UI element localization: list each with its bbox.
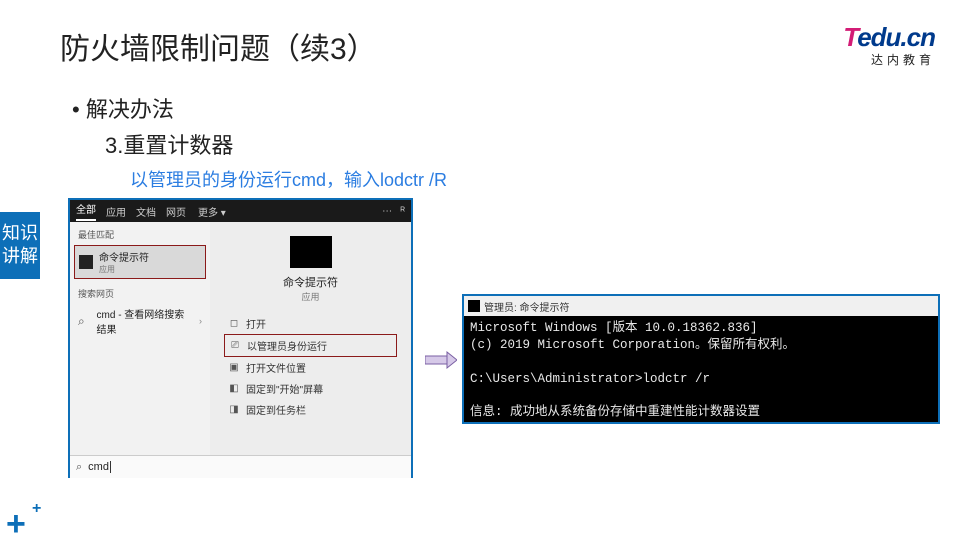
app-thumbnail [290,236,332,268]
search-tabs: 全部 应用 文档 网页 更多 ▾ ⋯ ᴿ [70,200,411,222]
logo-t: T [843,22,857,52]
menu-run-admin[interactable]: ⎚以管理员身份运行 [224,334,397,357]
app-title: 命令提示符 [283,274,338,290]
side-tab: 知识讲解 [0,212,40,279]
menu-pin-taskbar[interactable]: ◨固定到任务栏 [224,399,397,420]
tab-doc[interactable]: 文档 [136,204,156,219]
arrow-icon [425,350,457,370]
search-window: 全部 应用 文档 网页 更多 ▾ ⋯ ᴿ 最佳匹配 命令提示符 应用 搜索网页 … [68,198,413,478]
cmd-window: 管理员: 命令提示符 Microsoft Windows [版本 10.0.18… [462,294,940,424]
search-input-text: cmd [88,461,109,473]
best-match-item[interactable]: 命令提示符 应用 [74,245,206,279]
cmd-output: Microsoft Windows [版本 10.0.18362.836] (c… [464,316,938,422]
tab-overflow-icon[interactable]: ⋯ ᴿ [382,206,405,217]
tab-app[interactable]: 应用 [106,204,126,219]
folder-icon: ▣ [228,362,240,374]
logo-cn: .cn [900,22,935,52]
app-sub: 应用 [301,290,319,303]
search-input-bar[interactable]: ⌕ cmd [70,455,411,478]
logo-edu: edu [857,22,900,52]
best-match-title: 命令提示符 [99,249,149,264]
search-right-panel: 命令提示符 应用 ◻打开 ⎚以管理员身份运行 ▣打开文件位置 ◧固定到"开始"屏… [210,222,411,455]
menu-pin-start[interactable]: ◧固定到"开始"屏幕 [224,378,397,399]
best-match-sub: 应用 [99,264,149,275]
bullet-main: • 解决办法 [72,92,174,124]
search-input-icon: ⌕ [76,461,82,474]
menu-open[interactable]: ◻打开 [224,313,397,334]
search-left-panel: 最佳匹配 命令提示符 应用 搜索网页 cmd - 查看网络搜索结果 › [70,222,210,455]
tab-more[interactable]: 更多 ▾ [198,204,226,219]
cmd-title-icon [468,300,480,312]
section-web-search: 搜索网页 [70,281,210,302]
tab-web[interactable]: 网页 [166,204,186,219]
slide-title: 防火墙限制问题（续3） [60,24,377,68]
cmd-icon [79,255,93,269]
instruction-text: 以管理员的身份运行cmd，输入lodctr /R [130,166,447,192]
web-search-text: cmd - 查看网络搜索结果 [97,306,193,336]
admin-icon: ⎚ [229,340,241,352]
cmd-title-text: 管理员: 命令提示符 [484,299,570,314]
cursor [110,461,111,473]
section-best-match: 最佳匹配 [70,222,210,243]
logo-sub: 达内教育 [843,51,935,68]
pin-task-icon: ◨ [228,404,240,416]
menu-file-location[interactable]: ▣打开文件位置 [224,357,397,378]
search-icon [78,314,91,328]
tab-all[interactable]: 全部 [76,201,96,221]
open-icon: ◻ [228,318,240,330]
logo-block: Tedu.cn 达内教育 [843,22,935,68]
corner-decoration: + + [6,514,26,534]
cmd-titlebar: 管理员: 命令提示符 [464,296,938,316]
bullet-sub: 3.重置计数器 [105,128,233,160]
pin-start-icon: ◧ [228,383,240,395]
web-search-item[interactable]: cmd - 查看网络搜索结果 › [70,302,210,340]
chevron-right-icon: › [199,316,202,326]
